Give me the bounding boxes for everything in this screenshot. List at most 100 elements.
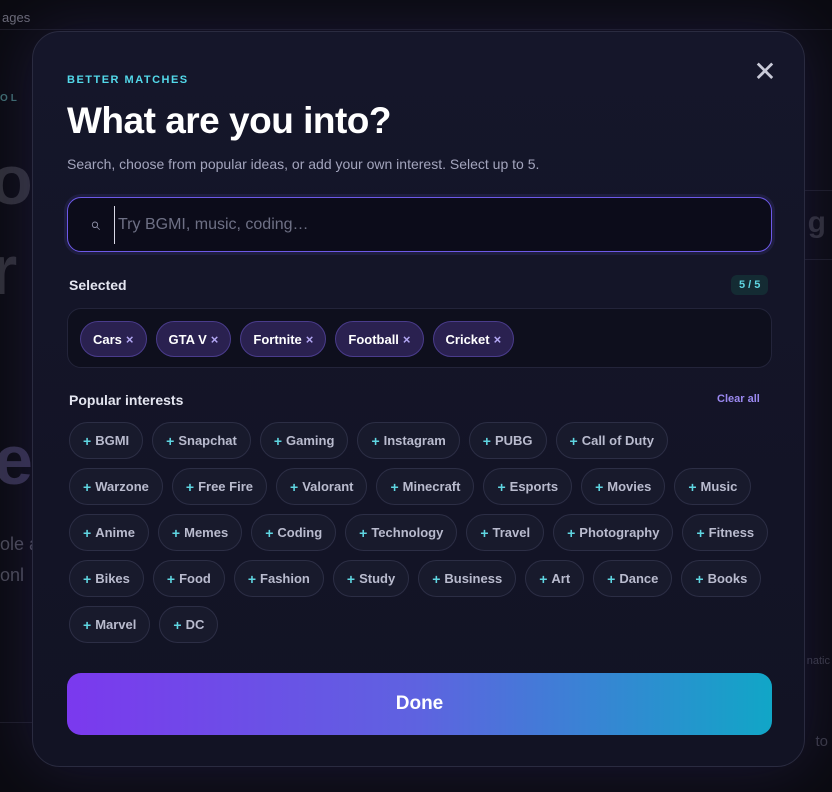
selected-chip[interactable]: Cars × bbox=[80, 321, 147, 357]
interest-chip[interactable]: + PUBG bbox=[468, 422, 547, 459]
interest-chip[interactable]: + Food bbox=[152, 560, 225, 597]
background-heading-fragment: e bbox=[0, 421, 33, 499]
interest-chip-label: Books bbox=[707, 571, 748, 586]
selected-chips-container: Cars × GTA V × Fortnite × Football × Cricket × bbox=[67, 308, 772, 368]
remove-icon[interactable]: × bbox=[126, 332, 134, 347]
selected-chip[interactable]: Fortnite × bbox=[240, 321, 327, 357]
interest-chip[interactable]: + DC bbox=[159, 606, 219, 643]
background-text-fragment: onl bbox=[0, 565, 25, 585]
search-icon: ⌕ bbox=[89, 214, 100, 234]
plus-icon: + bbox=[371, 432, 380, 449]
interest-chip-label: BGMI bbox=[95, 433, 130, 448]
plus-icon: + bbox=[83, 432, 92, 449]
plus-icon: + bbox=[166, 432, 175, 449]
interest-chip-label: Fashion bbox=[260, 571, 310, 586]
interest-chip-label: Travel bbox=[492, 525, 531, 540]
interest-chip[interactable]: + Fashion bbox=[233, 560, 324, 597]
remove-icon[interactable]: × bbox=[211, 332, 219, 347]
interest-chip[interactable]: + Music bbox=[674, 468, 752, 505]
interest-chip-label: PUBG bbox=[494, 433, 533, 448]
interest-chip[interactable]: + Study bbox=[332, 560, 410, 597]
interests-modal: BETTER MATCHES ✕ What are you into? Sear… bbox=[32, 31, 805, 767]
close-button[interactable]: ✕ bbox=[752, 58, 778, 86]
background-nav-text: ages bbox=[2, 10, 31, 25]
selected-chip[interactable]: Football × bbox=[335, 321, 424, 357]
interest-chip-label: Anime bbox=[95, 525, 135, 540]
selected-chip-label: Cars bbox=[93, 331, 122, 347]
interest-chip-label: Coding bbox=[277, 525, 323, 540]
plus-icon: + bbox=[290, 478, 299, 495]
selected-chip[interactable]: GTA V × bbox=[155, 321, 232, 357]
plus-icon: + bbox=[390, 478, 399, 495]
close-icon: ✕ bbox=[753, 56, 777, 87]
plus-icon: + bbox=[171, 524, 181, 541]
interest-chip[interactable]: + Marvel bbox=[69, 606, 151, 643]
background-card-letter: g bbox=[807, 206, 826, 239]
interest-chip-label: Memes bbox=[184, 525, 229, 540]
remove-icon[interactable]: × bbox=[494, 332, 502, 347]
interest-chip[interactable]: + Free Fire bbox=[171, 468, 267, 505]
plus-icon: + bbox=[539, 570, 548, 587]
interest-chip-label: Warzone bbox=[95, 479, 149, 494]
search-field[interactable]: ⌕ bbox=[67, 197, 772, 252]
interest-chip-label: Bikes bbox=[95, 571, 130, 586]
interest-chip-label: Call of Duty bbox=[581, 433, 654, 448]
interest-chip-label: Instagram bbox=[383, 433, 446, 448]
interest-chip[interactable]: + Travel bbox=[466, 514, 545, 551]
interest-chip-label: Fitness bbox=[708, 525, 755, 540]
done-button[interactable]: Done bbox=[67, 673, 772, 735]
selected-chip[interactable]: Cricket × bbox=[432, 321, 515, 357]
interest-chip[interactable]: + Esports bbox=[483, 468, 573, 505]
selected-chip-label: Fortnite bbox=[253, 331, 302, 347]
interest-chip-label: Study bbox=[359, 571, 396, 586]
interest-chip[interactable]: + Movies bbox=[581, 468, 666, 505]
plus-icon: + bbox=[695, 570, 704, 587]
interest-chip[interactable]: + Coding bbox=[251, 514, 337, 551]
interest-chip[interactable]: + Bikes bbox=[69, 560, 144, 597]
plus-icon: + bbox=[497, 478, 506, 495]
plus-icon: + bbox=[273, 432, 283, 449]
interest-chip[interactable]: + Fitness bbox=[682, 514, 769, 551]
interest-chip-label: Dance bbox=[619, 571, 659, 586]
interest-chip[interactable]: + Call of Duty bbox=[555, 422, 668, 459]
interest-chip[interactable]: + Books bbox=[681, 560, 762, 597]
interest-chip-label: Technology bbox=[371, 525, 444, 540]
interest-chip[interactable]: + Warzone bbox=[69, 468, 163, 505]
plus-icon: + bbox=[83, 616, 92, 633]
interest-chip[interactable]: + Photography bbox=[553, 514, 674, 551]
selected-chip-label: Football bbox=[348, 331, 399, 347]
interest-chip[interactable]: + Valorant bbox=[276, 468, 368, 505]
interest-chip[interactable]: + Business bbox=[418, 560, 517, 597]
interest-chip-label: Movies bbox=[607, 479, 652, 494]
remove-icon[interactable]: × bbox=[403, 332, 411, 347]
interest-chip[interactable]: + Gaming bbox=[259, 422, 349, 459]
interest-chip[interactable]: + Minecraft bbox=[376, 468, 475, 505]
interest-chip[interactable]: + Instagram bbox=[357, 422, 460, 459]
plus-icon: + bbox=[595, 478, 604, 495]
interest-chip[interactable]: + Memes bbox=[157, 514, 243, 551]
interest-chip[interactable]: + Anime bbox=[69, 514, 149, 551]
background-eyebrow: OL bbox=[0, 93, 20, 104]
plus-icon: + bbox=[569, 432, 578, 449]
interest-chip-label: Business bbox=[444, 571, 503, 586]
plus-icon: + bbox=[696, 524, 705, 541]
interest-chip[interactable]: + Technology bbox=[345, 514, 458, 551]
plus-icon: + bbox=[359, 524, 368, 541]
selected-chip-label: Cricket bbox=[445, 331, 490, 347]
modal-title: What are you into? bbox=[67, 100, 392, 141]
interest-chip-label: Music bbox=[700, 479, 738, 494]
interest-chip[interactable]: + Art bbox=[525, 560, 585, 597]
interest-chip-label: Valorant bbox=[302, 479, 354, 494]
interest-chip[interactable]: + Dance bbox=[593, 560, 673, 597]
interest-chip[interactable]: + BGMI bbox=[69, 422, 144, 459]
plus-icon: + bbox=[247, 570, 257, 587]
interest-chip[interactable]: + Snapchat bbox=[152, 422, 251, 459]
interest-chip-label: Gaming bbox=[286, 433, 335, 448]
interest-chip-label: Free Fire bbox=[198, 479, 253, 494]
popular-interests-label: Popular interests bbox=[69, 392, 184, 408]
background-heading-fragment: r bbox=[0, 231, 18, 309]
clear-all-button[interactable]: Clear all bbox=[717, 393, 760, 405]
remove-icon[interactable]: × bbox=[306, 332, 314, 347]
plus-icon: + bbox=[83, 570, 92, 587]
search-input[interactable] bbox=[114, 206, 754, 244]
